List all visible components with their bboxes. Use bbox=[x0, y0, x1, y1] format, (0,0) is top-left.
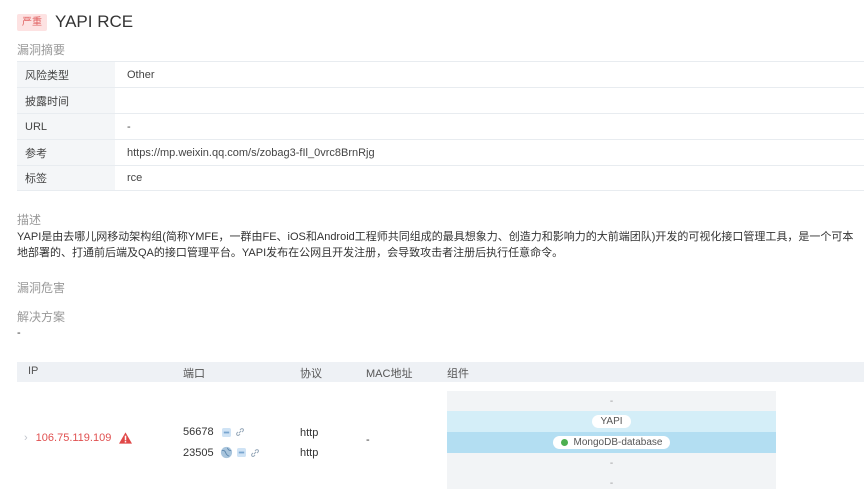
summary-key: 标签 bbox=[17, 166, 115, 190]
summary-row-url: URL - bbox=[17, 113, 864, 139]
summary-label: 漏洞摘要 bbox=[17, 43, 66, 57]
asset-row-expand[interactable]: › 106.75.119.109 bbox=[24, 432, 133, 444]
col-protocol: 协议 bbox=[300, 368, 322, 380]
reference-link[interactable]: https://mp.weixin.qq.com/s/zobag3-fIl_0v… bbox=[115, 140, 864, 165]
asset-table-header: IP 端口 协议 MAC地址 组件 bbox=[17, 362, 864, 382]
component-pill[interactable]: YAPI bbox=[592, 415, 631, 428]
port-protocol: http bbox=[300, 447, 319, 459]
port-number: 23505 bbox=[183, 446, 214, 459]
summary-row-risk-type: 风险类型 Other bbox=[17, 61, 864, 87]
summary-value bbox=[115, 88, 864, 113]
component-pill[interactable]: MongoDB-database bbox=[552, 436, 671, 449]
port-protocol: http bbox=[300, 427, 319, 439]
asset-mac: - bbox=[366, 434, 370, 446]
warning-icon bbox=[119, 432, 133, 444]
component-yapi[interactable]: YAPI bbox=[447, 411, 776, 432]
status-dot-icon bbox=[560, 439, 568, 446]
link-icon[interactable] bbox=[250, 448, 260, 458]
summary-table: 风险类型 Other 披露时间 URL - 参考 https://mp.weix… bbox=[17, 61, 864, 191]
port-number: 56678 bbox=[183, 426, 214, 438]
summary-key: URL bbox=[17, 114, 115, 139]
port-item: 23505 bbox=[183, 446, 260, 459]
impact-label: 漏洞危害 bbox=[17, 281, 66, 295]
col-mac: MAC地址 bbox=[366, 368, 413, 380]
summary-row-reference: 参考 https://mp.weixin.qq.com/s/zobag3-fIl… bbox=[17, 139, 864, 165]
asset-ip[interactable]: 106.75.119.109 bbox=[36, 432, 112, 444]
component-mongodb[interactable]: MongoDB-database bbox=[447, 432, 776, 453]
solution-value: - bbox=[17, 327, 21, 339]
description-label: 描述 bbox=[17, 213, 42, 227]
vuln-title: YAPI RCE bbox=[55, 12, 134, 31]
component-empty: - bbox=[447, 453, 776, 474]
component-pill-label: MongoDB-database bbox=[573, 437, 663, 448]
fingerprint-icon[interactable] bbox=[221, 427, 231, 437]
summary-value: Other bbox=[127, 68, 155, 81]
col-port: 端口 bbox=[183, 368, 205, 380]
fingerprint-icon[interactable] bbox=[236, 448, 246, 457]
summary-key: 参考 bbox=[17, 140, 115, 165]
chevron-right-icon[interactable]: › bbox=[24, 432, 28, 444]
component-empty: - bbox=[447, 473, 776, 489]
summary-row-disclosure-time: 披露时间 bbox=[17, 87, 864, 113]
summary-value: - bbox=[127, 120, 131, 133]
globe-icon bbox=[220, 446, 232, 459]
col-component: 组件 bbox=[447, 368, 469, 380]
component-empty: - bbox=[447, 391, 776, 412]
vuln-header: 严重 YAPI RCE bbox=[17, 11, 133, 33]
solution-label: 解决方案 bbox=[17, 310, 66, 324]
col-ip: IP bbox=[28, 365, 39, 377]
summary-key: 披露时间 bbox=[17, 88, 115, 113]
description-text: YAPI是由去哪儿网移动架构组(简称YMFE，一群由FE、iOS和Android… bbox=[17, 231, 854, 259]
severity-badge: 严重 bbox=[17, 13, 47, 31]
link-icon[interactable] bbox=[235, 427, 245, 437]
port-item: 56678 bbox=[183, 426, 245, 438]
summary-row-tags: 标签 rce bbox=[17, 165, 864, 191]
summary-key: 风险类型 bbox=[17, 62, 115, 87]
summary-value: rce bbox=[127, 172, 143, 184]
